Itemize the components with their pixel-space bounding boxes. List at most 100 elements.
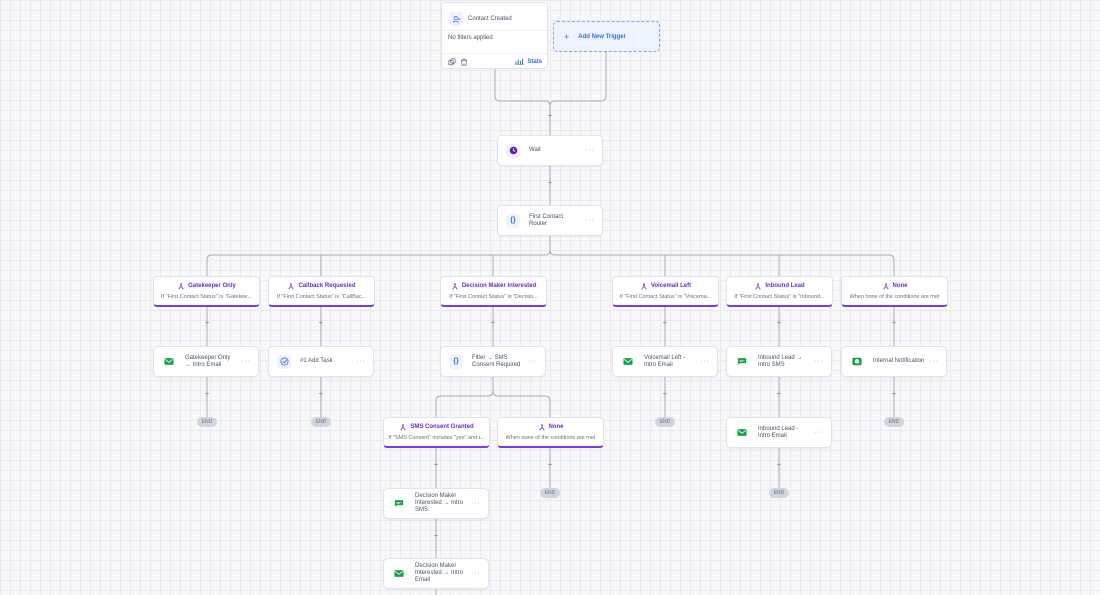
branch-title: Inbound Lead [765, 283, 805, 289]
add-step-button[interactable]: + [775, 319, 783, 327]
plus-icon: + [564, 31, 570, 42]
add-new-trigger-button[interactable]: + Add New Trigger [553, 21, 660, 52]
action-label: Decision Maker Interested → Intro Email [415, 563, 464, 583]
node-menu-button[interactable]: ··· [472, 570, 481, 577]
wait-node[interactable]: Wait ··· [497, 135, 603, 166]
branch-callback-requested[interactable]: Callback Requested If "First Contact Sta… [268, 276, 375, 307]
branch-none-sms[interactable]: None When none of the conditions are met [497, 417, 604, 448]
branch-inbound-lead[interactable]: Inbound Lead If "First Contact Status" i… [726, 276, 833, 307]
add-step-button[interactable]: + [546, 461, 554, 469]
branch-condition: If "First Contact Status" is "Voicema... [619, 293, 712, 300]
branch-icon [641, 282, 647, 290]
action-label: Gatekeeper Only → Intro Email [185, 354, 231, 368]
end-marker: END [655, 417, 675, 427]
branch-decision-maker-interested[interactable]: Decision Maker Interested If "First Cont… [440, 276, 547, 307]
end-marker: END [540, 488, 560, 498]
branch-none[interactable]: None When none of the conditions are met [841, 276, 948, 307]
add-step-button[interactable]: + [203, 319, 211, 327]
end-marker: END [197, 417, 217, 427]
add-step-button[interactable]: + [203, 390, 211, 398]
node-menu-button[interactable]: ··· [815, 358, 824, 365]
node-menu-button[interactable]: ··· [472, 500, 481, 507]
branch-title: SMS Consent Granted [410, 424, 474, 430]
email-icon [392, 567, 406, 581]
add-step-button[interactable]: + [432, 461, 440, 469]
trash-icon[interactable] [460, 58, 468, 68]
node-menu-button[interactable]: ··· [357, 358, 366, 365]
branch-icon [452, 282, 458, 290]
stats-button[interactable]: Stats [515, 58, 542, 65]
branch-icon [755, 282, 762, 290]
add-step-button[interactable]: + [546, 179, 554, 187]
dm-sms-node[interactable]: Decision Maker Interested → Intro SMS ··… [383, 488, 489, 519]
router-label: First Contact Router [529, 213, 564, 227]
voicemail-email-node[interactable]: Voicemail Left - Intro Email ··· [612, 346, 718, 377]
branch-gatekeeper-only[interactable]: Gatekeeper Only If "First Contact Status… [153, 276, 260, 307]
add-step-button[interactable]: + [661, 390, 669, 398]
add-step-button[interactable]: + [890, 319, 898, 327]
action-label: Internal Notification [873, 358, 925, 364]
branch-title: Callback Requested [298, 283, 356, 289]
action-label: Inbound Lead → Intro SMS [758, 354, 803, 368]
branch-condition: If "First Contact Status" is "Inbound... [734, 293, 825, 300]
email-icon [735, 426, 749, 440]
bar-chart-icon [515, 58, 525, 65]
branch-icon [288, 282, 295, 290]
email-icon [621, 355, 635, 369]
add-step-button[interactable]: + [661, 319, 669, 327]
copy-icon[interactable] [448, 58, 456, 68]
sms-consent-filter-node[interactable]: {} Filter → SMS Consent Required ··· [440, 346, 546, 377]
action-label: Decision Maker Interested → Intro SMS [415, 493, 464, 513]
branch-condition: When none of the conditions are met [505, 434, 596, 441]
bell-icon [850, 355, 864, 369]
branch-condition: If "First Contact Status" is "Gatekee... [160, 293, 253, 300]
braces-icon: {} [449, 354, 463, 369]
trigger-card[interactable]: Contact Created No filters applied Stats [441, 2, 548, 69]
branch-icon [882, 282, 889, 290]
node-menu-button[interactable]: ··· [586, 147, 595, 154]
branch-sms-consent-granted[interactable]: SMS Consent Granted If "SMS Consent" inc… [383, 417, 490, 448]
dm-email-node[interactable]: Decision Maker Interested → Intro Email … [383, 558, 489, 589]
branch-icon [538, 423, 545, 431]
branch-condition: If "SMS Consent" includes "yes" and i... [388, 434, 485, 441]
node-menu-button[interactable]: ··· [242, 358, 251, 365]
sms-icon [392, 497, 406, 511]
add-step-button[interactable]: + [775, 461, 783, 469]
branch-icon [178, 282, 184, 290]
node-menu-button[interactable]: ··· [930, 358, 939, 365]
action-label: Filter → SMS Consent Required [472, 354, 521, 368]
add-step-button[interactable]: + [317, 319, 325, 327]
branch-title: None [548, 424, 564, 430]
branch-icon [400, 423, 407, 431]
node-menu-button[interactable]: ··· [586, 217, 595, 224]
add-step-button[interactable]: + [317, 390, 325, 398]
user-plus-icon [449, 12, 463, 26]
stats-label: Stats [527, 58, 542, 65]
node-menu-button[interactable]: ··· [529, 358, 538, 365]
add-task-node[interactable]: #1 Add Task ··· [268, 346, 374, 377]
trigger-filters: No filters applied [448, 35, 493, 41]
router-node[interactable]: {} First Contact Router ··· [497, 205, 603, 236]
gatekeeper-email-node[interactable]: Gatekeeper Only → Intro Email ··· [153, 346, 259, 377]
add-step-button[interactable]: + [432, 532, 440, 540]
internal-notification-node[interactable]: Internal Notification ··· [841, 346, 947, 377]
add-step-button[interactable]: + [775, 390, 783, 398]
end-marker: END [884, 417, 904, 427]
add-step-button[interactable]: + [489, 319, 497, 327]
inbound-sms-node[interactable]: Inbound Lead → Intro SMS ··· [726, 346, 832, 377]
end-marker: END [769, 488, 789, 498]
end-marker: END [311, 417, 331, 427]
add-step-button[interactable]: + [546, 112, 554, 120]
add-step-button[interactable]: + [890, 390, 898, 398]
sms-icon [735, 355, 749, 369]
branch-title: Decision Maker Interested [461, 283, 537, 289]
email-icon [162, 355, 176, 369]
node-menu-button[interactable]: ··· [815, 429, 824, 436]
branch-title: Voicemail Left [650, 283, 692, 289]
node-menu-button[interactable]: ··· [701, 358, 710, 365]
action-label: Inbound Lead - Intro Email [758, 425, 799, 439]
branch-voicemail-left[interactable]: Voicemail Left If "First Contact Status"… [612, 276, 719, 307]
add-trigger-label: Add New Trigger [578, 33, 626, 40]
task-check-icon [277, 354, 291, 369]
inbound-email-node[interactable]: Inbound Lead - Intro Email ··· [726, 417, 832, 448]
